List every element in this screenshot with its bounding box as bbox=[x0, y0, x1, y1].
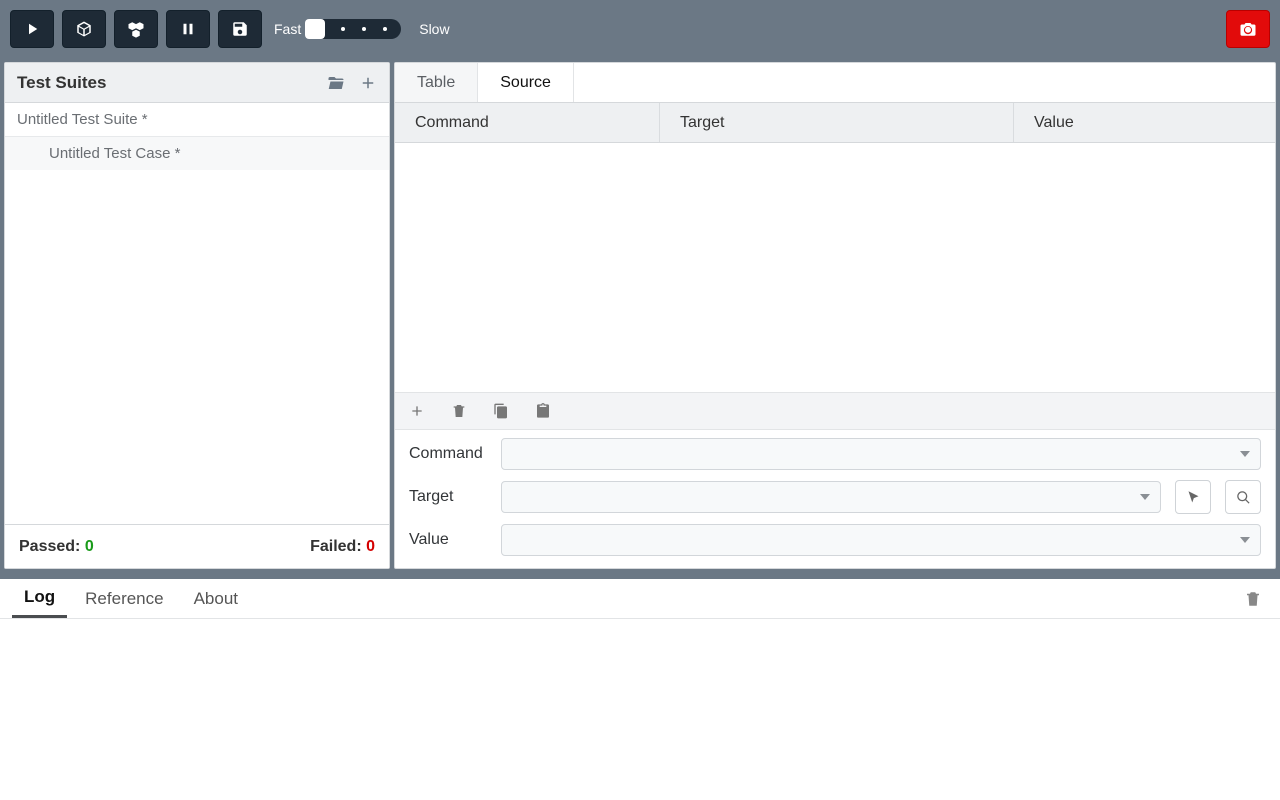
tab-table[interactable]: Table bbox=[395, 63, 478, 102]
copy-row-icon[interactable] bbox=[493, 403, 509, 419]
top-toolbar: Fast Slow bbox=[0, 0, 1280, 58]
test-suites-tree: Untitled Test Suite * Untitled Test Case… bbox=[5, 103, 389, 524]
value-row: Value bbox=[409, 524, 1261, 556]
test-suites-panel: Test Suites Untitled Test Suite * Untitl… bbox=[4, 62, 390, 569]
chevron-down-icon bbox=[1240, 537, 1250, 543]
workspace: Test Suites Untitled Test Suite * Untitl… bbox=[0, 58, 1280, 573]
command-form: Command Target Value bbox=[395, 430, 1275, 568]
record-button[interactable] bbox=[1226, 10, 1270, 48]
add-suite-icon[interactable] bbox=[359, 74, 377, 92]
editor-tabs: Table Source bbox=[395, 63, 1275, 103]
test-suites-title: Test Suites bbox=[17, 73, 313, 93]
search-icon bbox=[1236, 490, 1251, 505]
camera-icon bbox=[1239, 20, 1257, 38]
col-command: Command bbox=[395, 103, 660, 142]
speed-fast-label: Fast bbox=[274, 21, 301, 37]
tab-log[interactable]: Log bbox=[12, 579, 67, 618]
play-suite-button[interactable] bbox=[62, 10, 106, 48]
save-icon bbox=[231, 20, 249, 38]
test-status-bar: Passed: 0 Failed: 0 bbox=[5, 524, 389, 568]
delete-row-icon[interactable] bbox=[451, 403, 467, 419]
value-label: Value bbox=[409, 531, 487, 549]
chevron-down-icon bbox=[1140, 494, 1150, 500]
save-button[interactable] bbox=[218, 10, 262, 48]
passed-value: 0 bbox=[85, 538, 94, 555]
add-row-icon[interactable] bbox=[409, 403, 425, 419]
passed-label: Passed: 0 bbox=[19, 538, 94, 556]
speed-slow-label: Slow bbox=[419, 21, 449, 37]
cursor-icon bbox=[1186, 490, 1201, 505]
bottom-tabs: Log Reference About bbox=[0, 579, 1280, 619]
command-grid-header: Command Target Value bbox=[395, 103, 1275, 143]
speed-thumb[interactable] bbox=[305, 19, 325, 39]
tab-source[interactable]: Source bbox=[478, 63, 574, 102]
pause-icon bbox=[179, 20, 197, 38]
clear-log-icon[interactable] bbox=[1244, 590, 1262, 608]
pause-button[interactable] bbox=[166, 10, 210, 48]
failed-label: Failed: 0 bbox=[310, 538, 375, 556]
command-select[interactable] bbox=[501, 438, 1261, 470]
play-icon bbox=[23, 20, 41, 38]
play-button[interactable] bbox=[10, 10, 54, 48]
col-target: Target bbox=[660, 103, 1014, 142]
command-row: Command bbox=[409, 438, 1261, 470]
col-value: Value bbox=[1014, 103, 1275, 142]
command-grid-body[interactable] bbox=[395, 143, 1275, 392]
target-find-button[interactable] bbox=[1225, 480, 1261, 514]
tab-about[interactable]: About bbox=[182, 579, 250, 618]
target-pick-button[interactable] bbox=[1175, 480, 1211, 514]
failed-value: 0 bbox=[366, 538, 375, 555]
speed-control: Fast Slow bbox=[274, 19, 450, 39]
command-label: Command bbox=[409, 445, 487, 463]
bottom-panel: Log Reference About bbox=[0, 573, 1280, 800]
test-suites-header: Test Suites bbox=[5, 63, 389, 103]
value-select[interactable] bbox=[501, 524, 1261, 556]
cubes-icon bbox=[127, 20, 145, 38]
target-label: Target bbox=[409, 488, 487, 506]
test-case-item[interactable]: Untitled Test Case * bbox=[5, 136, 389, 170]
row-actions bbox=[395, 392, 1275, 430]
play-all-button[interactable] bbox=[114, 10, 158, 48]
chevron-down-icon bbox=[1240, 451, 1250, 457]
test-suite-item[interactable]: Untitled Test Suite * bbox=[5, 103, 389, 136]
cube-icon bbox=[75, 20, 93, 38]
editor-panel: Table Source Command Target Value Comman… bbox=[394, 62, 1276, 569]
open-folder-icon[interactable] bbox=[327, 74, 345, 92]
speed-slider[interactable] bbox=[305, 19, 401, 39]
tab-reference[interactable]: Reference bbox=[73, 579, 175, 618]
target-row: Target bbox=[409, 480, 1261, 514]
target-select[interactable] bbox=[501, 481, 1161, 513]
paste-row-icon[interactable] bbox=[535, 403, 551, 419]
